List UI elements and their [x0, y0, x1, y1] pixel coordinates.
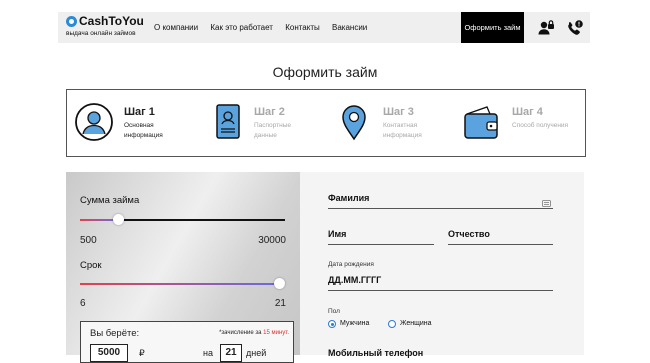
dob-label: Дата рождения: [328, 261, 374, 268]
amount-unit: ₽: [139, 348, 145, 358]
loan-calculator: Сумма займа 500 30000 Срок 6 21 Вы берёт…: [66, 172, 300, 363]
term-slider-thumb[interactable]: [274, 278, 285, 289]
step-2-subtitle: Паспортные данные: [254, 121, 291, 141]
step-2-line1: Паспортные: [254, 122, 291, 129]
gender-female-radio[interactable]: [388, 320, 396, 328]
logo-name: CashToYou: [79, 14, 144, 28]
step-1-title: Шаг 1: [124, 106, 155, 118]
phone-alert-icon[interactable]: [566, 19, 584, 37]
nav-item-how-it-works[interactable]: Как это работает: [210, 23, 273, 32]
amount-max: 30000: [258, 235, 286, 246]
step-1[interactable]: Шаг 1 Основная информация: [67, 90, 197, 156]
term-label: Срок: [80, 260, 102, 271]
name-underline: [328, 244, 434, 245]
top-header: CashToYou выдача онлайн займов О компани…: [58, 12, 590, 43]
amount-value-input[interactable]: 5000: [90, 344, 128, 362]
phone-field[interactable]: Мобильный телефон: [328, 348, 423, 358]
amount-slider-thumb[interactable]: [113, 214, 124, 225]
nav-item-contacts[interactable]: Контакты: [285, 23, 320, 32]
wallet-icon: [461, 102, 501, 142]
step-3-title: Шаг 3: [383, 106, 414, 118]
user-avatar-icon: [74, 102, 114, 142]
step-1-line1: Основная: [124, 122, 154, 129]
apply-loan-button[interactable]: Оформить займ: [461, 12, 524, 43]
step-4-subtitle: Способ получения: [512, 121, 568, 131]
logo-mark-icon: [66, 16, 77, 27]
gender-male-label: Мужчина: [340, 320, 370, 327]
surname-underline: [328, 208, 553, 209]
term-prefix: на: [203, 348, 213, 358]
nav-item-about[interactable]: О компании: [154, 23, 198, 32]
step-3-line2: информация: [383, 132, 422, 139]
credit-note-prefix: *зачисление за: [219, 330, 262, 336]
surname-field[interactable]: Фамилия: [328, 193, 369, 203]
step-1-subtitle: Основная информация: [124, 121, 163, 141]
patronymic-field[interactable]: Отчество: [448, 229, 490, 239]
term-max: 21: [274, 298, 286, 309]
patronymic-underline: [448, 244, 553, 245]
step-2-title: Шаг 2: [254, 106, 285, 118]
term-min: 6: [80, 298, 86, 309]
name-field[interactable]: Имя: [328, 229, 346, 239]
step-4-title: Шаг 4: [512, 106, 543, 118]
step-3[interactable]: Шаг 3 Контактная информация: [327, 90, 457, 156]
step-2-line2: данные: [254, 132, 277, 139]
nav-item-vacancies[interactable]: Вакансии: [332, 23, 367, 32]
dob-underline: [328, 290, 553, 291]
user-lock-icon[interactable]: [537, 19, 555, 37]
term-value-input[interactable]: 21: [220, 344, 242, 362]
gender-male-radio[interactable]: [328, 320, 336, 328]
dob-input[interactable]: ДД.ММ.ГГГГ: [328, 275, 381, 285]
amount-slider[interactable]: [80, 214, 285, 225]
page-title: Оформить займ: [272, 64, 378, 80]
amount-label: Сумма займа: [80, 195, 140, 206]
credit-note-time: 15 минут.: [263, 330, 289, 336]
main-nav: О компании Как это работает Контакты Вак…: [154, 23, 377, 32]
term-slider[interactable]: [80, 278, 285, 289]
term-unit: дней: [246, 348, 267, 358]
take-label: Вы берёте:: [90, 328, 140, 339]
step-4-line1: Способ получения: [512, 122, 569, 129]
step-3-subtitle: Контактная информация: [383, 121, 422, 141]
step-4[interactable]: Шаг 4 Способ получения: [457, 90, 585, 156]
steps-progress: Шаг 1 Основная информация Шаг 2 Паспортн…: [66, 89, 586, 157]
gender-label: Пол: [328, 308, 340, 315]
passport-icon: [207, 102, 247, 142]
keyboard-icon[interactable]: [542, 194, 551, 207]
term-slider-fill: [80, 283, 280, 285]
gender-female-label: Женщина: [400, 320, 432, 327]
step-3-line1: Контактная: [383, 122, 418, 129]
step-1-line2: информация: [124, 132, 163, 139]
personal-data-form: Фамилия Имя Отчество Дата рождения ДД.ММ…: [300, 172, 584, 358]
location-pin-icon: [334, 102, 374, 142]
logo-tagline: выдача онлайн займов: [66, 30, 136, 37]
amount-min: 500: [80, 235, 97, 246]
loan-summary-box: Вы берёте: *зачисление за 15 минут. 5000…: [80, 321, 294, 363]
credit-note: *зачисление за 15 минут.: [219, 330, 289, 336]
step-2[interactable]: Шаг 2 Паспортные данные: [197, 90, 327, 156]
